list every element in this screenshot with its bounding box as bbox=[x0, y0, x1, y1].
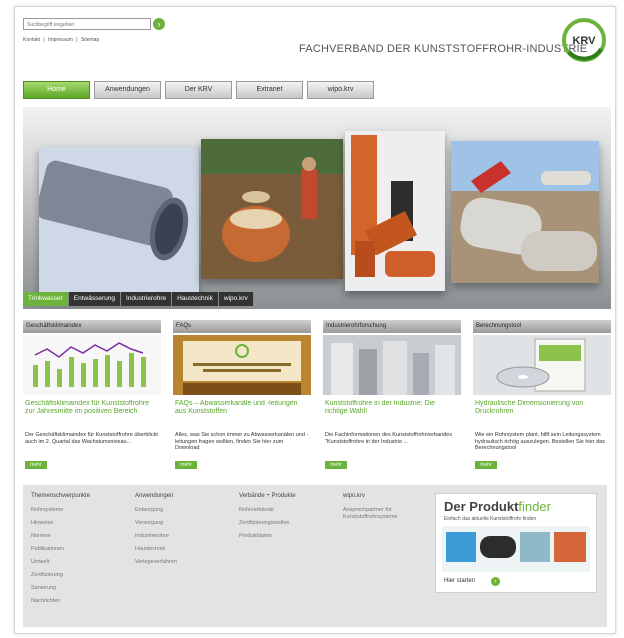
footer-link[interactable]: Verlegeverfahren bbox=[135, 559, 177, 572]
footer-link[interactable]: Rohrsysteme bbox=[31, 507, 90, 520]
industry-plant-image bbox=[323, 335, 461, 395]
krv-logo[interactable]: KRV bbox=[561, 17, 607, 63]
footer-column-title: Themenschwerpunkte bbox=[31, 493, 91, 499]
footer-column: Verbände + Produkte Rohrverbände Zertifi… bbox=[239, 493, 296, 546]
subnav-trinkwasser[interactable]: Trinkwasser bbox=[23, 292, 69, 306]
brand-title: FACHVERBAND DER KUNSTSTOFFROHR-INDUSTRIE bbox=[299, 43, 588, 55]
footer-column-title: wipo.krv bbox=[343, 493, 366, 499]
pipe-image bbox=[39, 147, 199, 299]
footer-link[interactable]: Rohrverbände bbox=[239, 507, 296, 520]
footer-link[interactable]: Haustechnik bbox=[135, 546, 177, 559]
faq-thumbnail bbox=[173, 335, 311, 395]
footer-link[interactable]: Ansprechpartner für Kunststoffrohrsystem… bbox=[343, 507, 423, 521]
arrow-right-icon[interactable]: › bbox=[491, 577, 500, 586]
tab-extranet[interactable]: Extranet bbox=[236, 81, 303, 99]
hero-subnav: Trinkwasser Entwässerung Industrierohre … bbox=[23, 292, 254, 306]
teaser-box: Industrierohrforschung Kunststoffrohre i… bbox=[323, 320, 461, 470]
teaser-header: Geschäftsklimaindex bbox=[23, 320, 161, 333]
page: Suchbegriff eingeben › Kontakt | Impress… bbox=[14, 6, 616, 634]
logo-text: KRV bbox=[572, 35, 596, 47]
subnav-industrierohre[interactable]: Industrierohre bbox=[121, 292, 173, 306]
teaser-title[interactable]: Hydraulische Dimensionierung von Druckro… bbox=[473, 400, 611, 432]
teaser-title[interactable]: Kunststoffrohre in der Industrie: Die ri… bbox=[323, 400, 461, 432]
teaser-title[interactable]: FAQs – Abwasserkanäle und -leitungen aus… bbox=[173, 400, 311, 432]
top-links: Kontakt | Impressum | Sitemap bbox=[23, 37, 101, 43]
imprint-link[interactable]: Impressum bbox=[48, 37, 73, 43]
separator: | bbox=[76, 37, 78, 43]
index-chart-image bbox=[23, 335, 161, 395]
finder-subtitle: Einfach das aktuelle Kunststoffrohr find… bbox=[444, 516, 537, 522]
product-finder[interactable]: Der Produktfinder Einfach das aktuelle K… bbox=[435, 493, 597, 593]
footer-column: wipo.krv Ansprechpartner für Kunststoffr… bbox=[343, 493, 423, 521]
tab-anwendungen[interactable]: Anwendungen bbox=[94, 81, 161, 99]
separator: | bbox=[43, 37, 45, 43]
footer-link[interactable]: Versorgung bbox=[135, 520, 177, 533]
chart-thumbnail bbox=[23, 335, 161, 395]
footer-column-title: Verbände + Produkte bbox=[239, 493, 296, 499]
subnav-wipo-krv[interactable]: wipo.krv bbox=[218, 292, 254, 306]
teaser-text: Der Geschäftsklimaindex für Kunststoffro… bbox=[25, 432, 158, 445]
teaser-box: Geschäftsklimaindex Geschäftsklimaindex … bbox=[23, 320, 161, 470]
finder-products-image bbox=[442, 526, 590, 572]
footer-link[interactable]: Industrierohre bbox=[135, 533, 177, 546]
more-button[interactable]: mehr bbox=[25, 461, 47, 469]
search-input[interactable]: Suchbegriff eingeben bbox=[23, 18, 151, 30]
tab-der-krv[interactable]: Der KRV bbox=[165, 81, 232, 99]
finder-start-link[interactable]: Hier starten bbox=[444, 578, 475, 584]
construction-image bbox=[451, 141, 599, 283]
footer-link[interactable]: Normen bbox=[31, 533, 90, 546]
tab-home[interactable]: Home bbox=[23, 81, 90, 99]
teaser-header: Berechnungstool bbox=[473, 320, 611, 333]
teaser-text: Wie ein Rohrsystem plant, hilft sein Lei… bbox=[475, 432, 605, 451]
hero-banner bbox=[23, 107, 611, 309]
contact-link[interactable]: Kontakt bbox=[23, 37, 40, 43]
teaser-box: FAQs FAQs – Abwasserkanäle und -leitunge… bbox=[173, 320, 311, 470]
search-go-button[interactable]: › bbox=[153, 18, 165, 30]
teaser-text: Die Fachinformationen des Kunststoffrohr… bbox=[325, 432, 453, 445]
tool-thumbnail bbox=[473, 335, 611, 395]
footer: Themenschwerpunkte Rohrsysteme Hinweise … bbox=[23, 485, 607, 627]
finder-title-prefix: Der Produkt bbox=[444, 499, 519, 514]
sitemap-link[interactable]: Sitemap bbox=[81, 37, 99, 43]
more-button[interactable]: mehr bbox=[175, 461, 197, 469]
faq-brochure-image bbox=[173, 335, 311, 395]
footer-link[interactable]: Publikationen bbox=[31, 546, 90, 559]
subnav-entwaesserung[interactable]: Entwässerung bbox=[68, 292, 121, 306]
finder-title-suffix: finder bbox=[518, 499, 551, 514]
teaser-text: Alles, was Sie schon immer zu Abwasserka… bbox=[175, 432, 309, 451]
footer-link[interactable]: Produktdaten bbox=[239, 533, 296, 546]
footer-link[interactable]: Sanierung bbox=[31, 585, 90, 598]
teaser-title[interactable]: Geschäftsklimaindex für Kunststoffrohre … bbox=[23, 400, 161, 432]
teaser-header: Industrierohrforschung bbox=[323, 320, 461, 333]
tab-wipo-krv[interactable]: wipo.krv bbox=[307, 81, 374, 99]
more-button[interactable]: mehr bbox=[475, 461, 497, 469]
main-nav: Home Anwendungen Der KRV Extranet wipo.k… bbox=[23, 81, 374, 99]
cd-tool-image bbox=[473, 335, 611, 395]
footer-link[interactable]: Nachrichten bbox=[31, 598, 90, 611]
teaser-header: FAQs bbox=[173, 320, 311, 333]
teaser-box: Berechnungstool Hydraulische Dimensionie… bbox=[473, 320, 611, 470]
footer-column: Anwendungen Entsorgung Versorgung Indust… bbox=[135, 493, 177, 572]
more-button[interactable]: mehr bbox=[325, 461, 347, 469]
footer-column-title: Anwendungen bbox=[135, 493, 174, 499]
footer-link[interactable]: Umwelt bbox=[31, 559, 90, 572]
footer-column: Themenschwerpunkte Rohrsysteme Hinweise … bbox=[31, 493, 90, 611]
subnav-haustechnik[interactable]: Haustechnik bbox=[172, 292, 219, 306]
footer-link[interactable]: Hinweise bbox=[31, 520, 90, 533]
shaft-image bbox=[201, 139, 343, 279]
footer-link[interactable]: Zertifizierung bbox=[31, 572, 90, 585]
industry-thumbnail bbox=[323, 335, 461, 395]
finder-title: Der Produktfinder bbox=[444, 499, 551, 514]
fittings-image bbox=[345, 131, 445, 291]
footer-link[interactable]: Zertifizierungsstellen bbox=[239, 520, 296, 533]
footer-link[interactable]: Entsorgung bbox=[135, 507, 177, 520]
